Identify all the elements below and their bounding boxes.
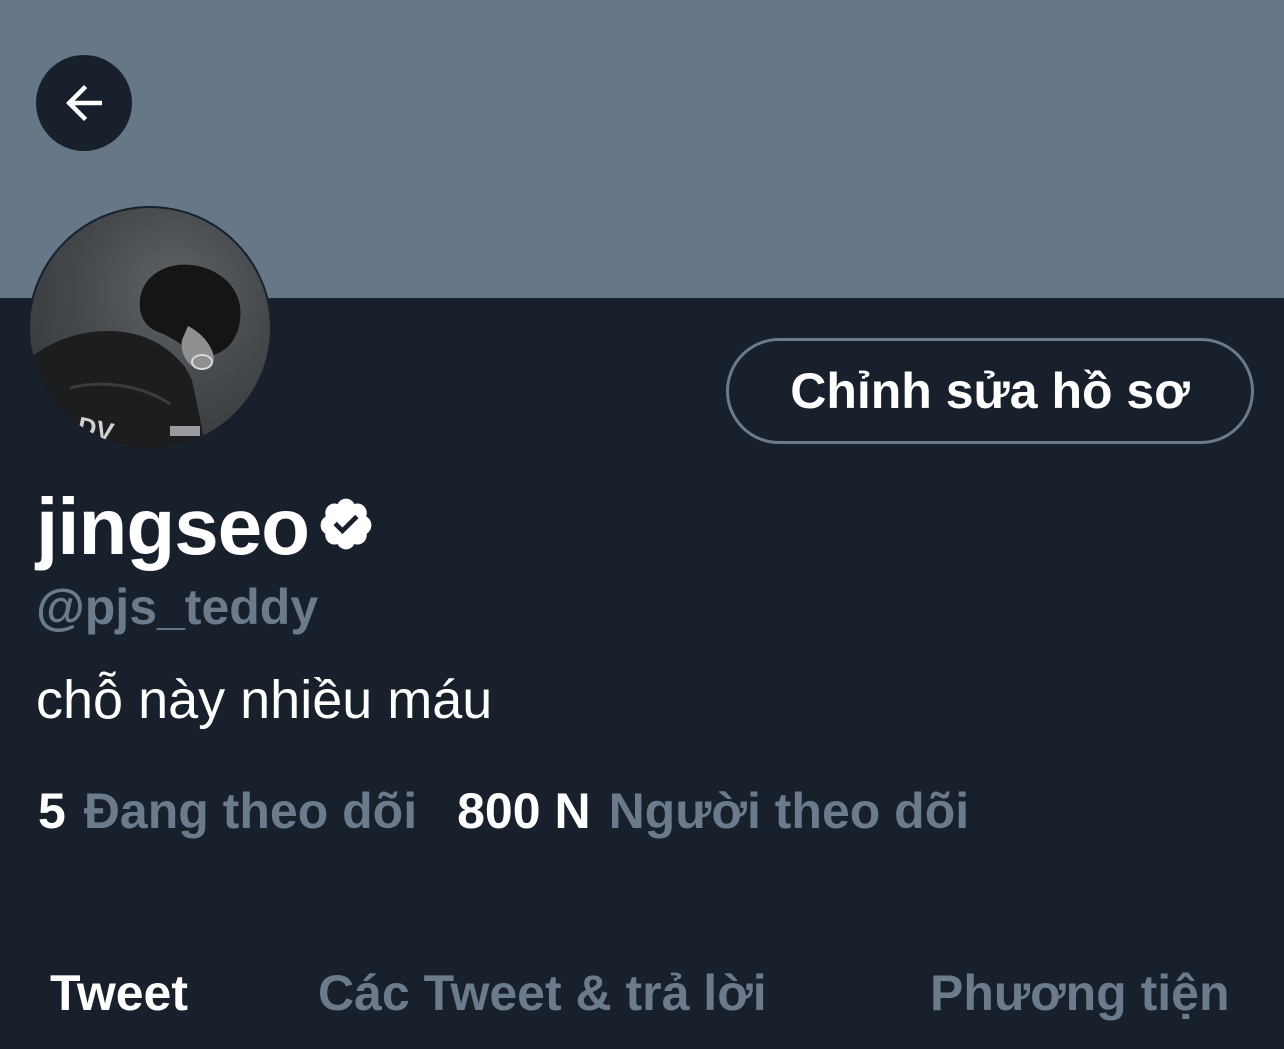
- user-handle: @pjs_teddy: [36, 579, 319, 635]
- edit-profile-button[interactable]: Chỉnh sửa hồ sơ: [726, 338, 1254, 444]
- user-bio: chỗ này nhiều máu: [36, 670, 493, 730]
- tab-media[interactable]: Phương tiện: [930, 960, 1230, 1026]
- tab-tweets[interactable]: Tweet: [50, 960, 188, 1026]
- followers-label[interactable]: Người theo dõi: [609, 780, 970, 842]
- following-count[interactable]: 5: [38, 780, 66, 842]
- profile-tabs: Tweet Các Tweet & trả lời Phương tiện: [0, 960, 1284, 1030]
- followers-count[interactable]: 800 N: [457, 780, 590, 842]
- display-name: jingseo: [36, 482, 310, 571]
- back-button[interactable]: [36, 55, 132, 151]
- arrow-left-icon: [66, 85, 102, 121]
- avatar[interactable]: DV: [28, 206, 272, 450]
- follow-stats: 5 Đang theo dõi 800 N Người theo dõi: [38, 780, 969, 842]
- edit-profile-label: Chỉnh sửa hồ sơ: [790, 363, 1190, 419]
- following-label[interactable]: Đang theo dõi: [84, 780, 417, 842]
- name-row: jingseo: [36, 482, 375, 572]
- tab-tweets-and-replies[interactable]: Các Tweet & trả lời: [318, 960, 767, 1026]
- avatar-image: DV: [30, 208, 270, 448]
- jacket-logo: DV: [75, 411, 117, 448]
- verified-badge-icon: [320, 498, 372, 550]
- profile-screen: DV Chỉnh sửa hồ sơ jingseo @pjs_teddy ch…: [0, 0, 1284, 1049]
